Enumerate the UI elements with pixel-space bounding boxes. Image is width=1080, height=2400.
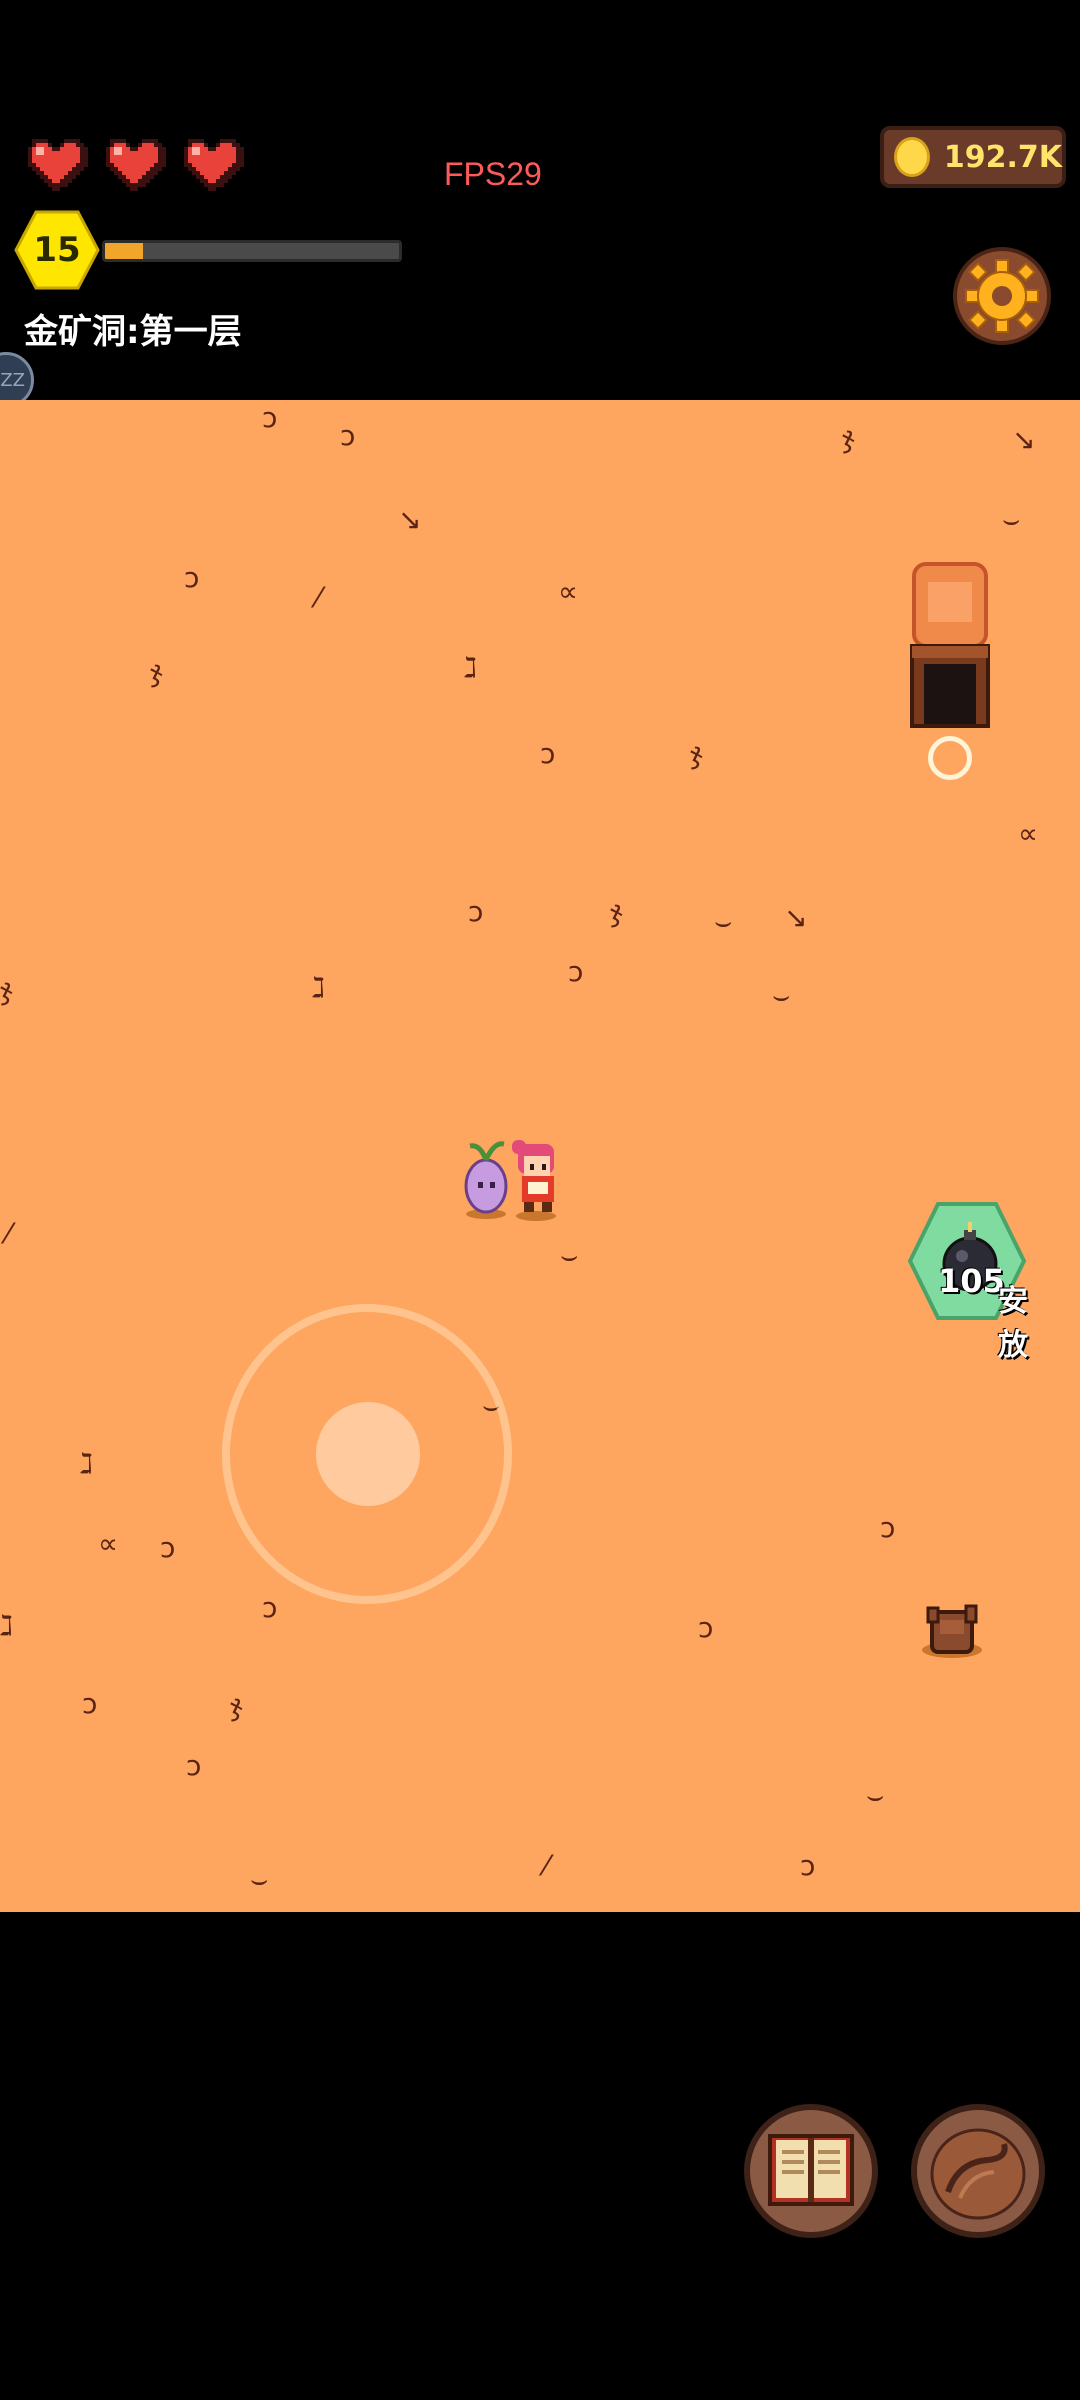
ground-crack: ⌣ — [866, 1779, 885, 1812]
companion-sprite — [464, 1141, 508, 1214]
ground-crack: ɔ — [184, 561, 200, 594]
level-indicator: 15 — [14, 210, 402, 290]
ground-crack: ɔ — [568, 955, 584, 988]
ground-crack: ɔ — [340, 419, 356, 452]
ground-crack: ɔ — [880, 1511, 896, 1544]
coin-counter: 192.7K — [880, 126, 1066, 188]
ground-crack: ⌣ — [250, 1863, 269, 1896]
ground-crack: ⌣ — [714, 905, 733, 938]
bag-icon — [930, 2128, 1026, 2220]
ground-crack: ↘ — [1012, 423, 1036, 456]
ground-crack: ɔ — [160, 1531, 176, 1564]
ground-crack: ɔ — [262, 401, 278, 434]
ground-crack: ɔ — [82, 1687, 98, 1720]
ground-crack: ℷ — [464, 651, 478, 684]
ground-crack: ɔ — [468, 895, 484, 928]
fps-counter: FPS29 — [444, 156, 542, 192]
ground-crack: ჯ — [690, 737, 703, 770]
xp-bar-fill — [105, 243, 144, 259]
ground-crack: ჯ — [230, 1689, 243, 1722]
ground-crack: ⁄ — [6, 1217, 11, 1250]
ground-crack: ɔ — [698, 1611, 714, 1644]
game-screen: FPS29 15 金矿洞:第一层 ZZ 192.7K ɔ ɔ ჯ ↘ ↘ ⌣ ɔ… — [0, 0, 1080, 2400]
journal-button[interactable] — [742, 2102, 880, 2240]
ground-crack: ჯ — [842, 421, 855, 454]
hero-sprite — [512, 1140, 554, 1212]
heart-icon — [106, 139, 166, 191]
ground-crack: ℷ — [312, 971, 326, 1004]
joystick-thumb[interactable] — [316, 1402, 420, 1506]
heart-icon — [28, 139, 88, 191]
ground-crack: ↘ — [784, 901, 808, 934]
waypoint-ring — [928, 736, 972, 780]
health-hearts — [24, 134, 244, 192]
ground-crack: ɔ — [186, 1749, 202, 1782]
place-bomb-button[interactable]: 105 安放 — [906, 1200, 1056, 1363]
bomb-count: 105 — [938, 1262, 1005, 1300]
ground-crack: ɔ — [800, 1849, 816, 1882]
ground-crack: ɔ — [540, 737, 556, 770]
ground-crack: ɔ — [262, 1591, 278, 1624]
player-character — [464, 1140, 556, 1221]
book-icon — [768, 2134, 854, 2206]
ground-crack: ⁄ — [544, 1849, 549, 1882]
ground-crack: ჯ — [150, 655, 163, 688]
ground-crack: ∝ — [98, 1527, 119, 1560]
ground-crack: ℷ — [80, 1447, 94, 1480]
settings-button[interactable] — [952, 246, 1052, 346]
ground-crack: ∝ — [1018, 817, 1039, 850]
inventory-button[interactable] — [908, 2102, 1048, 2240]
mine-entrance[interactable] — [908, 560, 992, 730]
ground-crack: ⌣ — [772, 979, 791, 1012]
side-menu-label: ZZ — [0, 369, 25, 391]
ground-crack: ⌣ — [1002, 503, 1021, 536]
ground-crack: ჯ — [0, 973, 13, 1006]
bomb-place-label: 安放 — [998, 1284, 1028, 1363]
ground-crack: ∝ — [558, 575, 579, 608]
location-label: 金矿洞:第一层 — [24, 312, 242, 352]
ground-crack: ჯ — [610, 895, 623, 928]
level-number: 15 — [33, 230, 81, 270]
ground-crack: ⁄ — [316, 581, 321, 614]
ground-crack: ↘ — [398, 503, 422, 536]
tree-stump — [922, 1604, 982, 1658]
coin-value: 192.7K — [943, 139, 1062, 175]
coin-icon — [894, 137, 930, 177]
ground-crack: ⌣ — [560, 1239, 579, 1272]
ground-crack: ℷ — [0, 1609, 14, 1642]
heart-icon — [184, 139, 244, 191]
xp-bar — [102, 240, 402, 262]
